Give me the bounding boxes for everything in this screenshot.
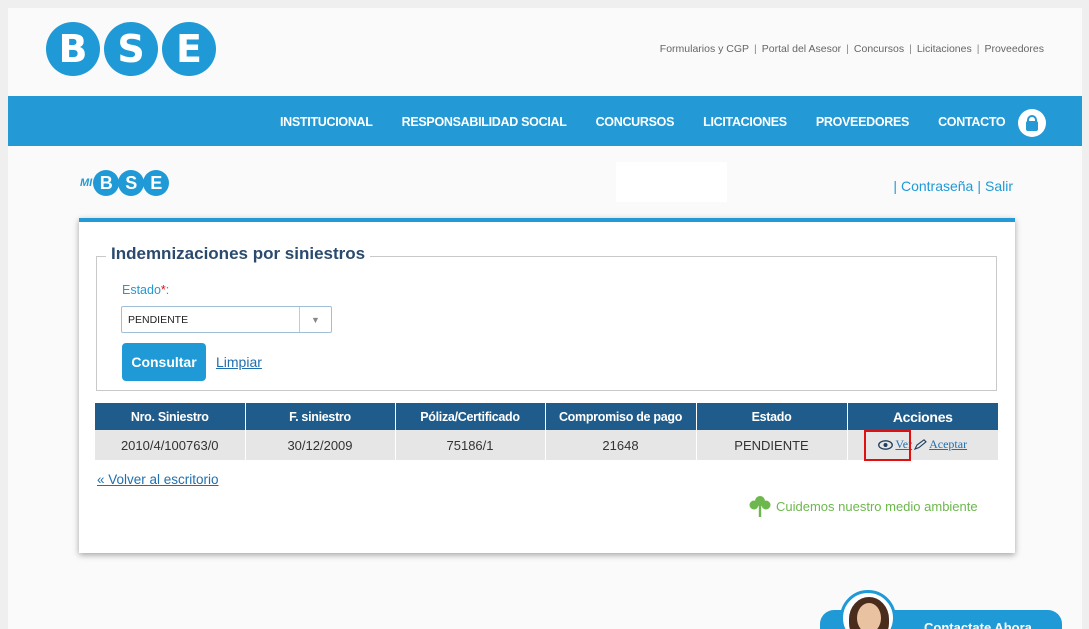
top-link-separator: | <box>754 43 757 55</box>
top-link-separator: | <box>846 43 849 55</box>
mi-bse-prefix: MI <box>80 177 93 189</box>
mi-bse-letter-e: E <box>143 170 170 196</box>
avatar-face <box>857 603 881 629</box>
estado-label-text: Estado <box>122 283 161 297</box>
user-links: | Contraseña | Salir <box>889 178 1013 194</box>
cell-poliza: 75186/1 <box>395 430 546 460</box>
nav-item-proveedores[interactable]: PROVEEDORES <box>816 115 910 129</box>
pencil-icon <box>914 439 927 451</box>
lock-icon[interactable] <box>1018 109 1046 137</box>
siniestros-table: Nro. Siniestro F. siniestro Póliza/Certi… <box>95 403 998 460</box>
nav-item-concursos[interactable]: CONCURSOS <box>596 115 675 129</box>
estado-select-value: PENDIENTE <box>128 314 189 326</box>
volver-escritorio-link[interactable]: « Volver al escritorio <box>97 472 219 487</box>
nav-item-contacto[interactable]: CONTACTO <box>938 115 1006 129</box>
mi-bse-letter-s: S <box>118 170 145 196</box>
user-link-separator: | <box>893 178 897 194</box>
eco-message-text: Cuidemos nuestro medio ambiente <box>776 498 978 514</box>
col-header-acciones: Acciones <box>847 403 998 430</box>
tree-icon <box>749 496 771 517</box>
bse-logo[interactable]: B S E <box>46 22 216 76</box>
nav-items: INSTITUCIONAL RESPONSABILIDAD SOCIAL CON… <box>280 115 1006 129</box>
contact-widget-label: Contactate Ahora <box>924 620 1032 629</box>
top-link-portal-asesor[interactable]: Portal del Asesor <box>762 43 841 55</box>
contrasena-link[interactable]: Contraseña <box>901 178 973 194</box>
col-header-compromiso: Compromiso de pago <box>545 403 697 430</box>
mi-bse-letter-b: B <box>93 170 120 196</box>
top-link-separator: | <box>909 43 912 55</box>
highlight-box <box>864 430 911 461</box>
chevron-down-icon[interactable]: ▼ <box>299 307 331 332</box>
logo-letter-s: S <box>104 22 158 76</box>
estado-label-colon: : <box>165 283 170 297</box>
top-link-licitaciones[interactable]: Licitaciones <box>917 43 972 55</box>
cell-nro-siniestro: 2010/4/100763/0 <box>95 430 246 460</box>
logo-letter-e: E <box>162 22 216 76</box>
nav-item-institucional[interactable]: INSTITUCIONAL <box>280 115 373 129</box>
eco-message: Cuidemos nuestro medio ambiente <box>748 494 978 518</box>
top-link-concursos[interactable]: Concursos <box>854 43 904 55</box>
limpiar-link[interactable]: Limpiar <box>216 354 262 370</box>
consultar-button[interactable]: Consultar <box>122 343 206 381</box>
mi-bse-logo[interactable]: MI B S E <box>80 170 170 196</box>
table-header-row: Nro. Siniestro F. siniestro Póliza/Certi… <box>95 403 998 430</box>
aceptar-link[interactable]: Aceptar <box>929 437 967 452</box>
table-row: 2010/4/100763/0 30/12/2009 75186/1 21648… <box>95 430 998 460</box>
top-link-separator: | <box>976 43 980 55</box>
top-link-proveedores[interactable]: Proveedores <box>984 43 1044 55</box>
cell-f-siniestro: 30/12/2009 <box>245 430 396 460</box>
top-links: Formularios y CGP | Portal del Asesor | Conc… <box>660 43 1044 55</box>
nav-item-responsabilidad-social[interactable]: RESPONSABILIDAD SOCIAL <box>402 115 567 129</box>
col-header-f-siniestro: F. siniestro <box>245 403 396 430</box>
fieldset-legend: Indemnizaciones por siniestros <box>106 244 371 264</box>
salir-link[interactable]: Salir <box>985 178 1013 194</box>
cell-compromiso: 21648 <box>545 430 697 460</box>
nav-item-licitaciones[interactable]: LICITACIONES <box>703 115 787 129</box>
cell-estado: PENDIENTE <box>696 430 848 460</box>
user-link-separator: | <box>977 178 981 194</box>
estado-select[interactable]: PENDIENTE ▼ <box>121 306 332 333</box>
lock-body <box>1026 121 1038 131</box>
top-link-formularios[interactable]: Formularios y CGP <box>660 43 749 55</box>
user-name-box <box>616 162 727 202</box>
logo-letter-b: B <box>46 22 100 76</box>
col-header-nro-siniestro: Nro. Siniestro <box>95 403 246 430</box>
estado-label: Estado*: <box>122 283 169 297</box>
col-header-poliza: Póliza/Certificado <box>395 403 546 430</box>
col-header-estado: Estado <box>696 403 848 430</box>
